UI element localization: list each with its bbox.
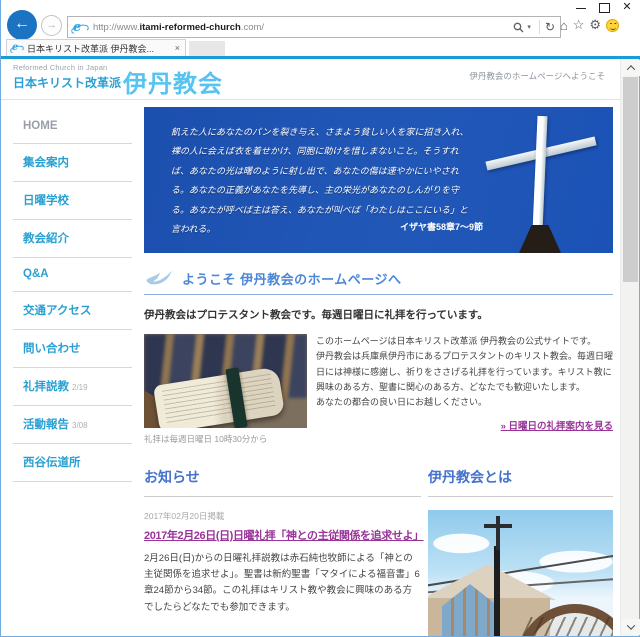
about-heading-divider xyxy=(428,496,613,497)
main-column: 飢えた人にあなたのパンを裂き与え、さまよう貧しい人を家に招き入れ、裸の人に会えば… xyxy=(144,107,613,636)
page-content: Reformed Church in Japan 日本キリスト改革派 伊丹教会 … xyxy=(1,59,621,636)
welcome-paragraph-2: 伊丹教会は兵庫県伊丹市にあるプロテスタントのキリスト教会。毎週日曜日には神様に感… xyxy=(316,349,613,395)
ie-favicon-icon: e xyxy=(73,21,87,34)
photo-caption: 礼拝は毎週日曜日 10時30分から xyxy=(144,433,307,445)
feedback-smiley-icon[interactable] xyxy=(606,19,619,32)
sidebar-item-label: 教会紹介 xyxy=(23,233,69,245)
cross-vertical-bar xyxy=(532,116,547,232)
scroll-down-icon[interactable] xyxy=(621,619,640,635)
news-heading: お知らせ xyxy=(144,467,421,487)
logo-subtitle-en: Reformed Church in Japan xyxy=(13,63,121,72)
scrollbar-thumb[interactable] xyxy=(623,77,638,282)
news-title-link[interactable]: 2017年2月26日(日)日曜礼拝「神との主従関係を追求せよ」 xyxy=(144,527,424,543)
sidebar-item-date: 2/19 xyxy=(72,383,88,392)
welcome-paragraph-1: このホームページは日本キリスト改革派 伊丹教会の公式サイトです。 xyxy=(316,334,613,349)
vertical-scrollbar[interactable] xyxy=(620,59,639,636)
forward-button[interactable]: → xyxy=(41,15,62,36)
tab-title: 日本キリスト改革派 伊丹教会... xyxy=(27,42,171,55)
search-caret-icon[interactable]: ▾ xyxy=(527,23,531,31)
rooftop-cross-horizontal xyxy=(484,524,512,528)
welcome-heading-row: ようこそ 伊丹教会のホームページへ xyxy=(144,268,613,288)
cross-photo xyxy=(475,107,607,253)
sidebar-item-sermons[interactable]: 礼拝説教2/19 xyxy=(13,368,132,406)
favorites-star-icon[interactable]: ☆ xyxy=(573,17,585,33)
sidebar-item-label: 活動報告 xyxy=(23,419,69,431)
tab-favicon-icon: e xyxy=(12,43,23,53)
sidebar-item-label: 日曜学校 xyxy=(23,195,69,207)
sidebar-item-contact[interactable]: 問い合わせ xyxy=(13,330,132,368)
heading-divider xyxy=(144,294,613,295)
news-date: 2017年02月20日掲載 xyxy=(144,510,421,522)
address-bar[interactable]: e http://www.itami-reformed-church.com/ … xyxy=(67,16,561,38)
settings-gear-icon[interactable]: ⚙ xyxy=(589,17,601,33)
sidebar-item-label: 西谷伝道所 xyxy=(23,457,81,469)
site-header: Reformed Church in Japan 日本キリスト改革派 伊丹教会 … xyxy=(1,59,621,100)
back-button[interactable]: ← xyxy=(7,10,37,40)
sidebar-item-home[interactable]: HOME xyxy=(13,110,132,144)
news-body: 2月26日(日)からの日曜礼拝説教は赤石純也牧師による「神との主従関係を追求せよ… xyxy=(144,551,421,616)
url-text[interactable]: http://www.itami-reformed-church.com/ xyxy=(93,22,264,33)
minimize-icon[interactable] xyxy=(575,2,587,12)
welcome-paragraph-3: あなたの都合の良い日にお越しください。 xyxy=(316,395,613,410)
bottom-columns: お知らせ 2017年02月20日掲載 2017年2月26日(日)日曜礼拝「神との… xyxy=(144,467,613,636)
sidebar-item-access[interactable]: 交通アクセス xyxy=(13,292,132,330)
worship-guide-link[interactable]: » 日曜日の礼拝案内を見る xyxy=(316,419,613,434)
bible-photo-block: 礼拝は毎週日曜日 10時30分から xyxy=(144,334,307,445)
sidebar-item-qa[interactable]: Q&A xyxy=(13,258,132,292)
rooftop-cross-vertical xyxy=(496,516,500,550)
dove-icon xyxy=(144,268,174,288)
site-title: 伊丹教会 xyxy=(123,64,223,99)
home-icon[interactable]: ⌂ xyxy=(560,18,568,33)
browser-toolbar: ← → e http://www.itami-reformed-church.c… xyxy=(1,0,640,39)
about-section: 伊丹教会とは xyxy=(428,467,613,636)
sidebar-item-nishitani-chapel[interactable]: 西谷伝道所 xyxy=(13,444,132,482)
cross-pedestal xyxy=(519,225,561,253)
welcome-heading: ようこそ 伊丹教会のホームページへ xyxy=(182,269,401,288)
sidebar-item-sunday-school[interactable]: 日曜学校 xyxy=(13,182,132,220)
window-controls: ✕ xyxy=(575,2,633,12)
sidebar-item-label: 交通アクセス xyxy=(23,305,91,317)
bible-photo xyxy=(144,334,307,428)
search-icon[interactable] xyxy=(513,22,524,33)
maximize-icon[interactable] xyxy=(598,2,610,12)
sidebar-item-activity-report[interactable]: 活動報告3/08 xyxy=(13,406,132,444)
sidebar-item-label: Q&A xyxy=(23,268,49,280)
hero-banner: 飢えた人にあなたのパンを裂き与え、さまよう貧しい人を家に招き入れ、裸の人に会えば… xyxy=(144,107,613,253)
news-item: 2017年02月20日掲載 2017年2月26日(日)日曜礼拝「神との主従関係を… xyxy=(144,510,421,616)
header-welcome-note: 伊丹教会のホームページへようこそ xyxy=(469,70,605,82)
browser-tab[interactable]: e 日本キリスト改革派 伊丹教会... × xyxy=(6,39,186,56)
sidebar-item-label: 問い合わせ xyxy=(23,343,81,355)
tab-bar: e 日本キリスト改革派 伊丹教会... × xyxy=(1,39,640,56)
about-heading: 伊丹教会とは xyxy=(428,467,613,487)
toolbar-icons: ⌂ ☆ ⚙ xyxy=(560,17,619,33)
new-tab-button[interactable] xyxy=(189,41,225,56)
sidebar-item-meetings[interactable]: 集会案内 xyxy=(13,144,132,182)
welcome-text-block: このホームページは日本キリスト改革派 伊丹教会の公式サイトです。 伊丹教会は兵庫… xyxy=(316,334,613,445)
site-logo[interactable]: Reformed Church in Japan 日本キリスト改革派 xyxy=(13,63,121,91)
news-section: お知らせ 2017年02月20日掲載 2017年2月26日(日)日曜礼拝「神との… xyxy=(144,467,421,636)
cross-pole-shape xyxy=(494,546,500,636)
sidebar-item-label: 礼拝説教 xyxy=(23,381,69,393)
sidebar-item-date: 3/08 xyxy=(72,421,88,430)
sidebar-item-label: 集会案内 xyxy=(23,157,69,169)
church-photo xyxy=(428,510,613,636)
divider xyxy=(539,20,540,34)
sidebar-nav: HOME 集会案内 日曜学校 教会紹介 Q&A 交通アクセス 問い合わせ 礼拝説… xyxy=(13,110,132,482)
tab-close-icon[interactable]: × xyxy=(175,43,180,53)
scroll-up-icon[interactable] xyxy=(621,60,640,76)
refresh-icon[interactable]: ↻ xyxy=(545,20,555,34)
sidebar-item-about-church[interactable]: 教会紹介 xyxy=(13,220,132,258)
welcome-media-row: 礼拝は毎週日曜日 10時30分から このホームページは日本キリスト改革派 伊丹教… xyxy=(144,334,613,445)
browser-window: ✕ ← → e http://www.itami-reformed-church… xyxy=(0,0,640,637)
scripture-attribution: イザヤ書58章7～9節 xyxy=(171,220,483,233)
logo-subtitle-jp: 日本キリスト改革派 xyxy=(13,74,121,91)
sidebar-item-label: HOME xyxy=(23,120,58,132)
welcome-intro: 伊丹教会はプロテスタント教会です。毎週日曜日に礼拝を行っています。 xyxy=(144,307,613,322)
news-heading-divider xyxy=(144,496,421,497)
close-icon[interactable]: ✕ xyxy=(621,2,633,12)
